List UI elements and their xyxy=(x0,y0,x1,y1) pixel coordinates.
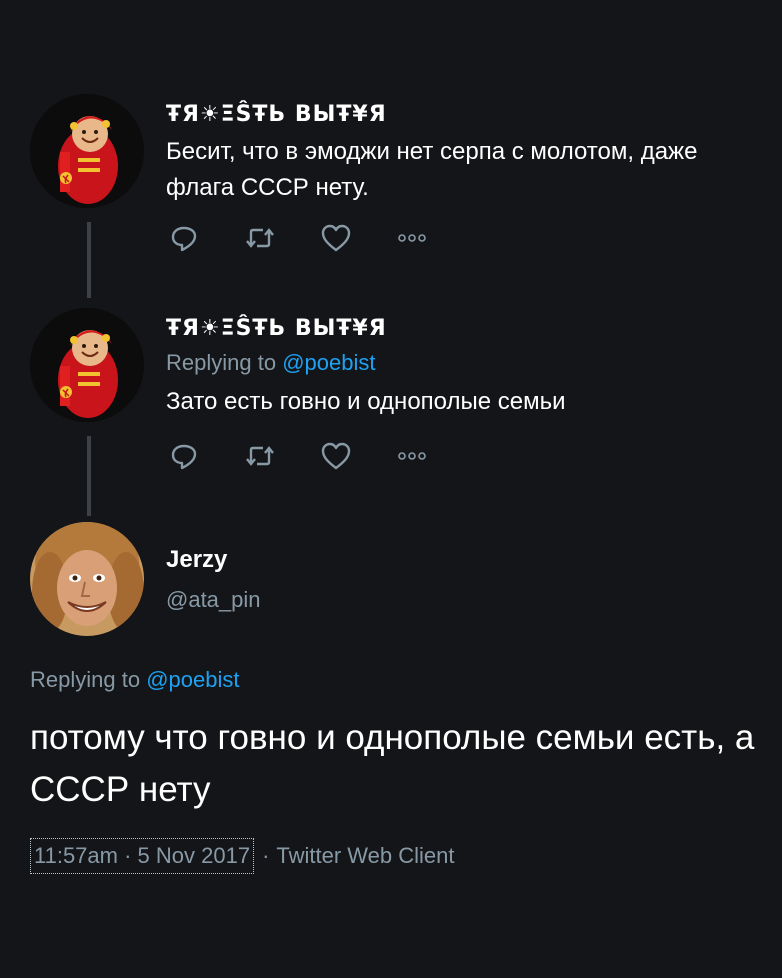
avatar-image xyxy=(30,522,144,636)
reply-icon[interactable] xyxy=(166,438,202,474)
author-name[interactable]: ŦЯ☀ΞŜŦЬ ВЫŦ¥Я xyxy=(166,314,762,344)
replying-to-label: Replying to xyxy=(30,667,147,692)
thread-tweet[interactable]: ŦЯ☀ΞŜŦЬ ВЫŦ¥Я Бесит, что в эмоджи нет се… xyxy=(0,94,782,284)
tweet-actions xyxy=(166,438,762,474)
meta-separator: · xyxy=(262,843,270,868)
avatar[interactable] xyxy=(30,308,144,422)
retweet-icon[interactable] xyxy=(242,220,278,256)
tweet-actions xyxy=(166,220,762,256)
main-tweet-header: Jerzy @ata_pin xyxy=(166,545,261,615)
tweet-meta: 11:57am · 5 Nov 2017 · Twitter Web Clien… xyxy=(30,838,455,874)
replying-to-label: Replying to xyxy=(166,350,283,375)
mention-link[interactable]: @poebist xyxy=(282,350,375,375)
retweet-icon[interactable] xyxy=(242,438,278,474)
author-name[interactable]: Jerzy xyxy=(166,545,261,575)
reply-icon[interactable] xyxy=(166,220,202,256)
tweet-text: Бесит, что в эмоджи нет серпа с молотом,… xyxy=(166,138,698,201)
like-icon[interactable] xyxy=(318,220,354,256)
tweet-text: потому что говно и однополые семьи есть,… xyxy=(30,718,755,809)
avatar[interactable] xyxy=(30,522,144,636)
replying-to: Replying to @poebist xyxy=(30,665,239,695)
avatar-image xyxy=(30,94,144,208)
timestamp-link[interactable]: 11:57am · 5 Nov 2017 xyxy=(30,838,255,874)
avatar[interactable] xyxy=(30,94,144,208)
like-icon[interactable] xyxy=(318,438,354,474)
avatar-image xyxy=(30,308,144,422)
tweet-text: Зато есть говно и однополые семьи xyxy=(166,388,566,415)
author-name[interactable]: ŦЯ☀ΞŜŦЬ ВЫŦ¥Я xyxy=(166,100,762,130)
replying-to: Replying to @poebist xyxy=(166,348,762,378)
thread-tweet[interactable]: ŦЯ☀ΞŜŦЬ ВЫŦ¥Я Replying to @poebist Зато … xyxy=(0,308,782,498)
author-handle[interactable]: @ata_pin xyxy=(166,585,261,615)
more-icon[interactable] xyxy=(394,220,430,256)
source-client: Twitter Web Client xyxy=(276,843,455,868)
mention-link[interactable]: @poebist xyxy=(146,667,239,692)
more-icon[interactable] xyxy=(394,438,430,474)
